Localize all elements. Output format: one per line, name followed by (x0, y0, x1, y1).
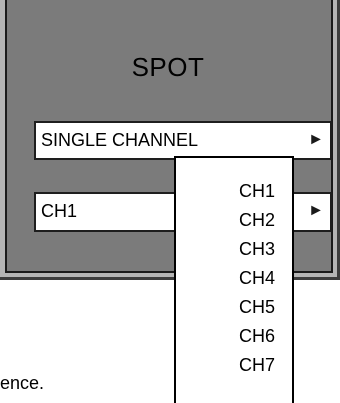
panel-title: SPOT (131, 52, 205, 82)
dropdown-option-ch4[interactable]: CH4 (216, 262, 292, 294)
mode-select[interactable]: SINGLE CHANNEL ► (34, 121, 332, 160)
dropdown-option-ch3[interactable]: CH3 (216, 233, 292, 265)
dropdown-option-ch1[interactable]: CH1 (216, 175, 292, 207)
dropdown-option-ch7[interactable]: CH7 (216, 349, 292, 381)
dropdown-option-ch6[interactable]: CH6 (216, 320, 292, 352)
dropdown-arrow-icon[interactable]: ► (308, 132, 324, 148)
channel-dropdown-list: CH1 CH2 CH3 CH4 CH5 CH6 CH7 (174, 156, 294, 403)
mode-select-value: SINGLE CHANNEL (41, 130, 199, 150)
dropdown-option-ch2[interactable]: CH2 (216, 204, 292, 236)
dropdown-option-ch5[interactable]: CH5 (216, 291, 292, 323)
channel-select-value: CH1 (41, 201, 78, 221)
dropdown-arrow-icon[interactable]: ► (308, 203, 324, 219)
body-text-fragment: ence. (0, 373, 45, 393)
